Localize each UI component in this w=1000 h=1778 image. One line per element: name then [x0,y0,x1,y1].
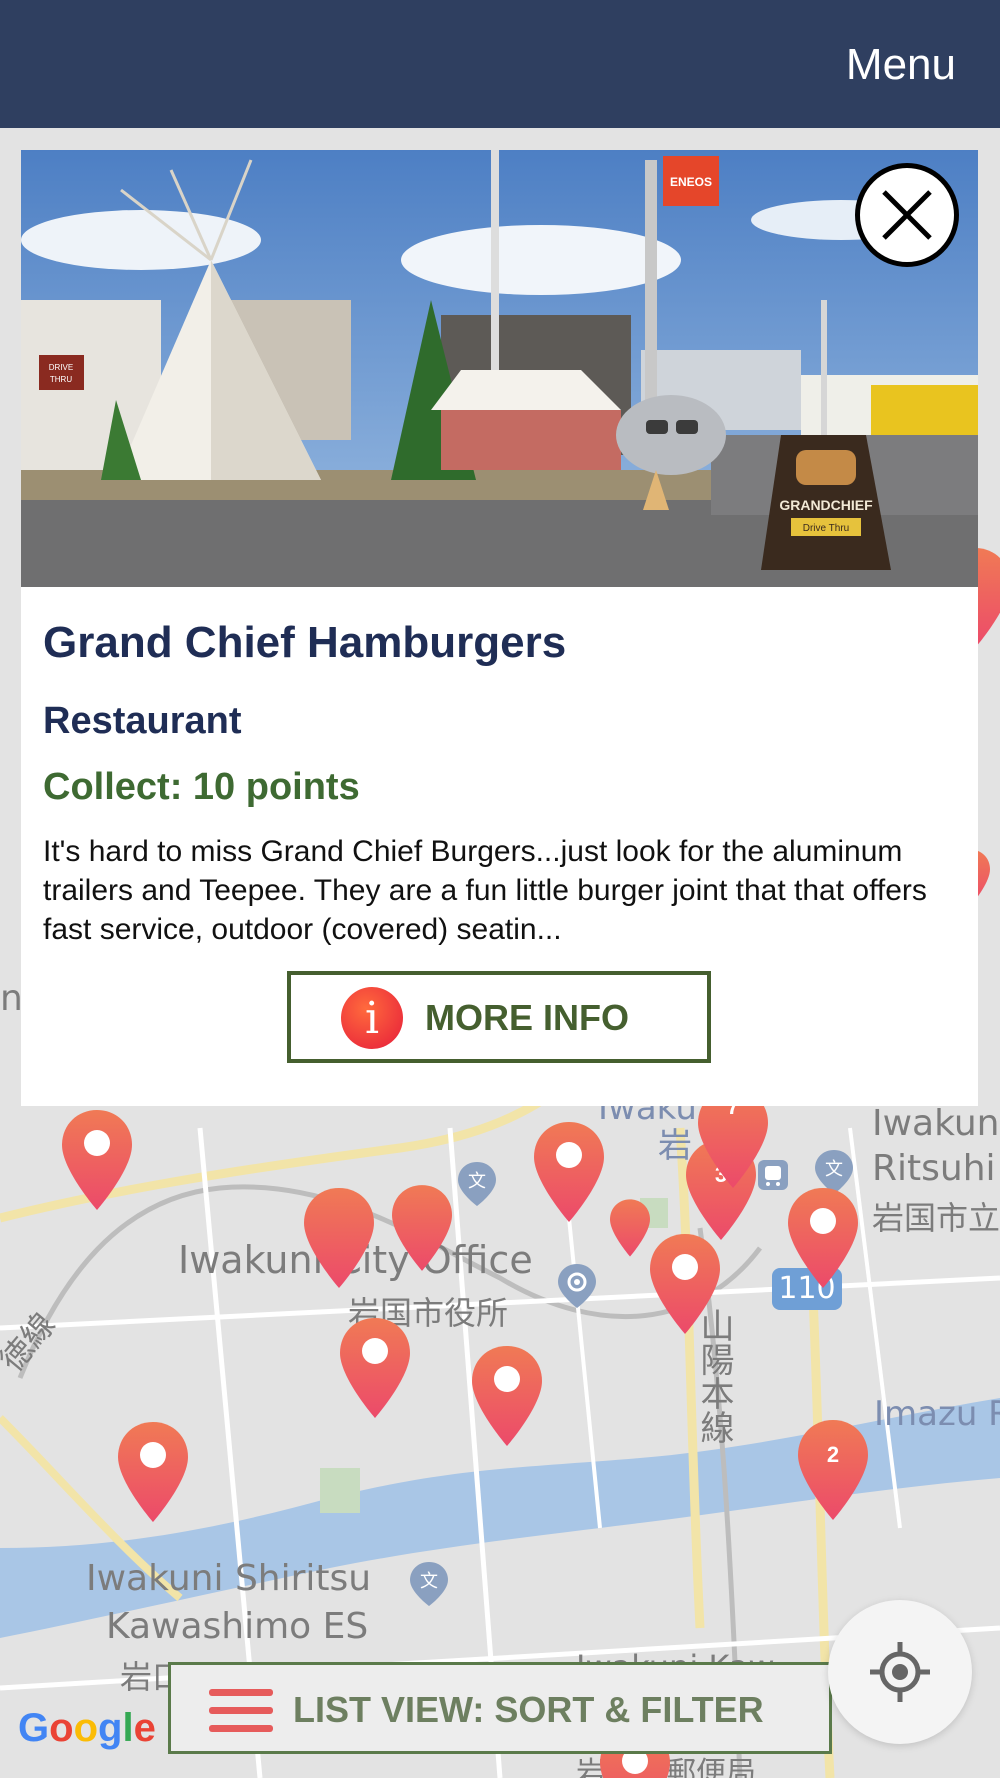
map-label: 岩国市立 [872,1199,1000,1237]
points-label: Collect: 10 points [43,766,360,808]
google-letter: o [73,1706,98,1750]
map-label: Imazu R [874,1394,1000,1434]
svg-text:THRU: THRU [50,375,72,384]
google-letter: G [18,1706,50,1750]
map-label: Iwakuni Shiritsu [86,1558,372,1599]
place-info-card: ENEOS DRIVE THRU GRANDCHIEF Drive Thru G… [21,150,978,1106]
hamburger-icon [209,1689,273,1733]
map-pin[interactable] [340,1318,410,1418]
map-pin[interactable] [118,1422,188,1522]
more-info-label: MORE INFO [425,997,629,1038]
map-pin[interactable] [650,1234,720,1334]
map-pin[interactable] [472,1346,542,1446]
more-info-button[interactable]: i MORE INFO [287,971,711,1063]
svg-text:GRANDCHIEF: GRANDCHIEF [779,497,873,513]
place-title: Grand Chief Hamburgers [43,618,567,667]
svg-text:ENEOS: ENEOS [670,175,712,189]
place-photo: ENEOS DRIVE THRU GRANDCHIEF Drive Thru [21,150,978,587]
close-button[interactable] [855,163,959,267]
map-label: Ritsuhi [872,1148,996,1189]
place-category: Restaurant [43,700,242,742]
pin-shape [798,1420,868,1520]
map-label: Kawashimo ES [106,1606,369,1647]
map-cluster-pin[interactable]: 2 [798,1420,868,1520]
google-letter: g [98,1706,123,1750]
map-pin[interactable] [534,1122,604,1222]
school-icon[interactable]: 文 [458,1162,496,1206]
cluster-count: 2 [826,1442,840,1467]
list-view-label: LIST VIEW: SORT & FILTER [293,1689,764,1730]
map-pin[interactable] [62,1110,132,1210]
place-description: It's hard to miss Grand Chief Burgers...… [43,835,927,946]
list-view-button[interactable]: LIST VIEW: SORT & FILTER [168,1662,832,1754]
my-location-button[interactable] [828,1600,972,1744]
app-header: Menu [0,0,1000,128]
city-hall-icon[interactable] [558,1264,596,1308]
photo-illustration: ENEOS DRIVE THRU GRANDCHIEF Drive Thru [21,150,978,587]
google-logo: Google [18,1706,156,1751]
close-icon [882,190,932,240]
svg-text:Drive Thru: Drive Thru [803,523,850,534]
map-pin[interactable] [304,1188,374,1288]
info-icon: i [341,987,403,1049]
map-pin[interactable] [788,1188,858,1288]
crosshair-icon [870,1642,930,1702]
school-icon[interactable]: 文 [410,1562,448,1606]
menu-button[interactable]: Menu [846,40,956,90]
svg-text:文: 文 [420,1571,438,1592]
map-pin[interactable] [392,1178,452,1278]
google-letter: e [133,1706,156,1750]
svg-text:DRIVE: DRIVE [49,363,73,372]
svg-text:文: 文 [825,1159,843,1180]
google-letter: l [122,1706,134,1750]
map-label: Iwakun [872,1103,1000,1144]
svg-text:文: 文 [468,1171,486,1192]
map-label: n [0,978,23,1019]
google-letter: o [49,1706,74,1750]
map-pin[interactable] [610,1178,650,1278]
